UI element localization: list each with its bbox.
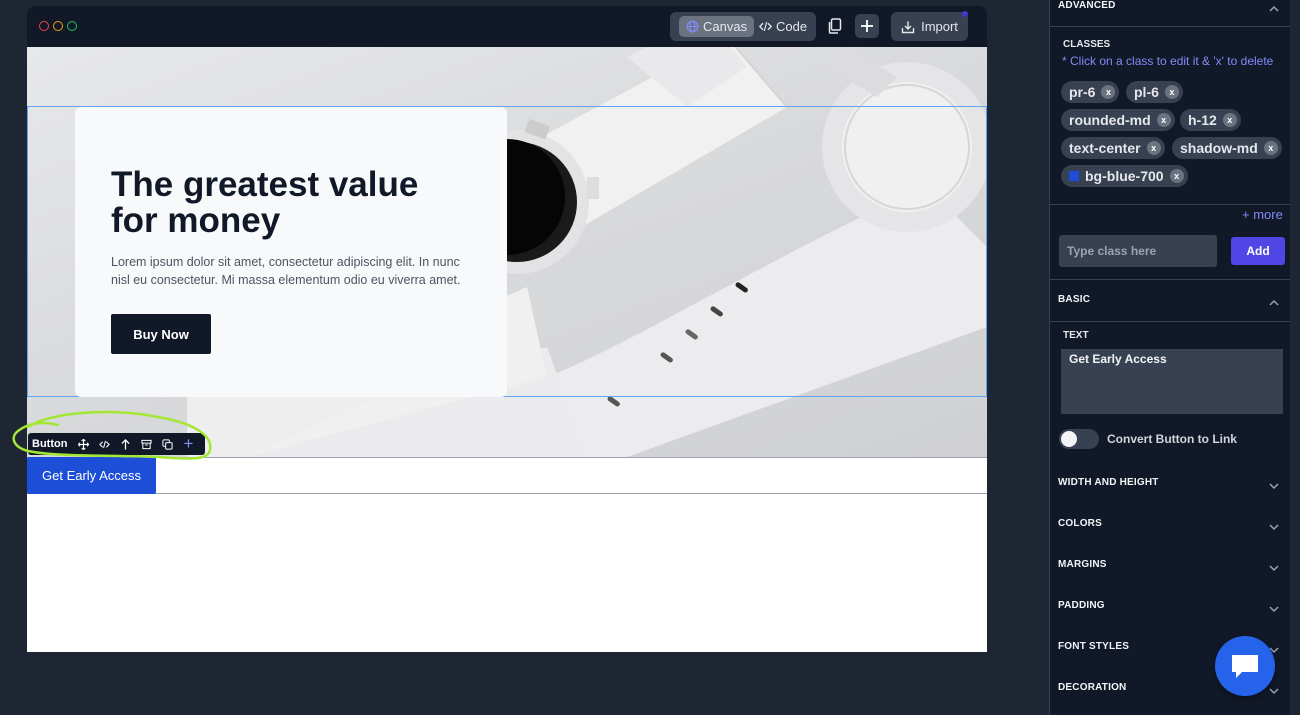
chevron-down-icon[interactable] [1268, 603, 1280, 615]
class-chip-bg-blue-700[interactable]: bg-blue-700 x [1061, 165, 1188, 187]
button-text-field[interactable]: Get Early Access [1061, 349, 1283, 414]
class-chip-label: h-12 [1188, 112, 1217, 128]
archive-icon[interactable] [138, 435, 154, 453]
close-icon[interactable]: x [1263, 141, 1278, 155]
code-brackets-icon [759, 21, 772, 32]
more-classes-link[interactable]: + more [1242, 207, 1283, 222]
editor-topbar: Canvas Code Import [27, 6, 987, 47]
hero-title: The greatest value for money [111, 165, 419, 240]
decoration-section[interactable]: DECORATION [1058, 682, 1126, 693]
advanced-section-header[interactable]: ADVANCED [1058, 0, 1116, 11]
move-icon[interactable] [75, 435, 91, 453]
chevron-down-icon[interactable] [1268, 521, 1280, 533]
colors-section[interactable]: COLORS [1058, 518, 1102, 529]
chevron-down-icon[interactable] [1268, 562, 1280, 574]
font-styles-section[interactable]: FONT STYLES [1058, 641, 1129, 652]
margins-section[interactable]: MARGINS [1058, 559, 1107, 570]
class-chip-pl-6[interactable]: pl-6 x [1126, 81, 1183, 103]
notification-dot [962, 11, 968, 17]
chevron-up-icon[interactable] [1268, 3, 1280, 15]
class-chip-pr-6[interactable]: pr-6 x [1061, 81, 1120, 103]
chat-support-button[interactable] [1215, 636, 1275, 696]
close-icon[interactable]: x [1164, 85, 1179, 99]
padding-section[interactable]: PADDING [1058, 600, 1105, 611]
hero-description: Lorem ipsum dolor sit amet, consectetur … [111, 255, 461, 287]
chat-icon [1232, 655, 1258, 678]
code-tab-label: Code [776, 19, 808, 34]
close-icon[interactable]: x [1101, 85, 1116, 99]
convert-link-label: Convert Button to Link [1107, 432, 1237, 446]
close-icon[interactable]: x [1156, 113, 1171, 127]
chevron-down-icon[interactable] [1268, 685, 1280, 697]
code-tab[interactable]: Code [752, 16, 814, 37]
close-icon[interactable]: x [1146, 141, 1161, 155]
divider [1050, 204, 1291, 205]
class-chip-rounded-md[interactable]: rounded-md x [1061, 109, 1175, 131]
text-label: TEXT [1063, 330, 1089, 341]
canvas-tab[interactable]: Canvas [679, 16, 755, 37]
chevron-up-icon[interactable] [1268, 297, 1280, 309]
window-minimize-dot[interactable] [53, 21, 63, 31]
get-early-access-button[interactable]: Get Early Access [27, 457, 156, 494]
chevron-down-icon[interactable] [1268, 480, 1280, 492]
view-switcher: Canvas Code [670, 12, 816, 41]
close-icon[interactable]: x [1222, 113, 1237, 127]
divider [1050, 26, 1291, 27]
close-icon[interactable]: x [1169, 169, 1184, 183]
divider [1050, 321, 1291, 322]
class-chip-label: pr-6 [1069, 84, 1096, 100]
duplicate-icon[interactable] [159, 435, 175, 453]
add-class-button[interactable]: Add [1231, 237, 1285, 265]
canvas-tab-label: Canvas [703, 19, 748, 34]
download-icon [901, 21, 915, 33]
design-canvas[interactable]: The greatest value for money Lorem ipsum… [27, 47, 987, 652]
copy-icon[interactable] [824, 14, 846, 38]
class-chip-label: rounded-md [1069, 112, 1151, 128]
color-swatch [1069, 171, 1079, 181]
class-chip-label: pl-6 [1134, 84, 1159, 100]
button-row[interactable] [27, 457, 987, 494]
element-type-label: Button [32, 438, 68, 450]
plus-icon[interactable]: + [180, 434, 196, 453]
code-icon[interactable] [96, 435, 112, 453]
classes-label: CLASSES [1063, 39, 1111, 50]
element-toolbar: Button + [28, 433, 205, 455]
class-chip-label: bg-blue-700 [1085, 168, 1164, 184]
class-chip-label: text-center [1069, 140, 1141, 156]
panel-scrollbar[interactable] [1290, 0, 1300, 715]
class-chip-h-12[interactable]: h-12 x [1180, 109, 1241, 131]
properties-panel: ADVANCED CLASSES * Click on a class to e… [1049, 0, 1300, 715]
class-chip-label: shadow-md [1180, 140, 1258, 156]
globe-icon [686, 20, 699, 33]
class-input[interactable] [1059, 235, 1217, 267]
window-close-dot[interactable] [39, 21, 49, 31]
import-button[interactable]: Import [891, 12, 968, 41]
hero-card[interactable]: The greatest value for money Lorem ipsum… [75, 107, 507, 397]
editor-window: Canvas Code Import The greatest value fo… [27, 6, 987, 652]
import-label: Import [921, 19, 958, 34]
arrow-up-icon[interactable] [117, 435, 133, 453]
convert-link-toggle[interactable] [1059, 429, 1099, 449]
width-height-section[interactable]: WIDTH AND HEIGHT [1058, 477, 1159, 488]
add-block-icon[interactable] [855, 14, 879, 38]
basic-section-header[interactable]: BASIC [1058, 294, 1090, 305]
toggle-knob [1061, 431, 1077, 447]
buy-now-button[interactable]: Buy Now [111, 314, 211, 354]
class-chip-text-center[interactable]: text-center x [1061, 137, 1165, 159]
divider [1050, 279, 1291, 280]
classes-hint: * Click on a class to edit it & 'x' to d… [1062, 54, 1274, 68]
class-chip-shadow-md[interactable]: shadow-md x [1172, 137, 1282, 159]
window-maximize-dot[interactable] [67, 21, 77, 31]
